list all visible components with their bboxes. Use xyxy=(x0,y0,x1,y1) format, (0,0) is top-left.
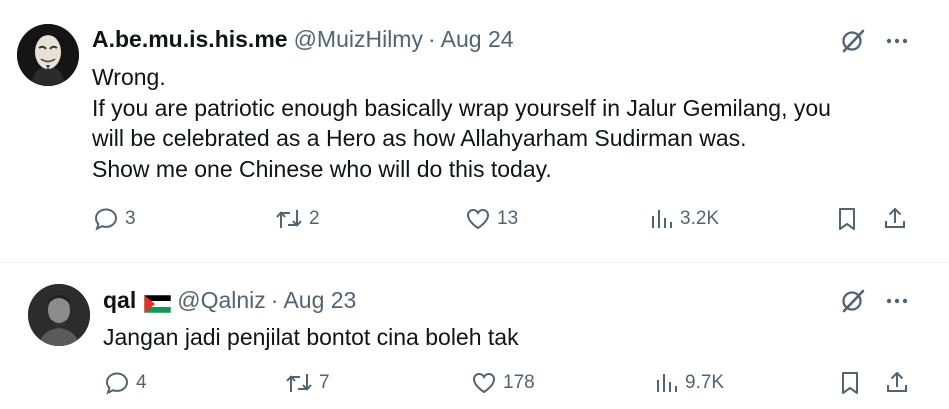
author-handle[interactable]: @Qalniz xyxy=(177,287,266,314)
more-icon[interactable] xyxy=(884,28,910,54)
author-handle[interactable]: @MuizHilmy xyxy=(294,26,423,53)
grok-icon[interactable] xyxy=(840,288,866,314)
views-button[interactable]: 3.2K xyxy=(650,206,719,232)
avatar[interactable] xyxy=(17,24,79,86)
repost-count: 2 xyxy=(309,208,320,229)
like-button[interactable]: 178 xyxy=(471,370,535,396)
tweet-top-actions xyxy=(840,288,910,314)
tweet-text-line: Wrong. xyxy=(92,64,166,90)
bookmark-icon xyxy=(842,372,858,394)
tweet-text-line: Show me one Chinese who will do this tod… xyxy=(92,155,552,182)
view-count: 3.2K xyxy=(680,208,720,229)
share-icon xyxy=(887,372,907,392)
separator-dot: · xyxy=(270,287,279,313)
reply-button[interactable]: 3 xyxy=(93,206,136,232)
like-count: 178 xyxy=(503,372,535,393)
reply-count: 3 xyxy=(125,208,136,229)
views-button[interactable]: 9.7K xyxy=(655,370,724,396)
author-name[interactable]: qal xyxy=(103,287,136,314)
palestine-flag-icon xyxy=(143,292,172,313)
tweet-text: Wrong. If you are patriotic enough basic… xyxy=(92,62,912,184)
view-count: 9.7K xyxy=(685,372,725,393)
separator-dot: · xyxy=(427,26,436,52)
action-bar: 4 7 178 9.7K xyxy=(0,370,949,400)
reply-icon xyxy=(105,372,129,395)
like-count: 13 xyxy=(497,208,519,229)
tweet-2[interactable]: qal @Qalniz · Aug 23 Jangan jadi penjila… xyxy=(0,262,949,409)
grok-icon[interactable] xyxy=(840,28,866,54)
bookmark-icon xyxy=(839,208,855,230)
tweet-text-line: will be celebrated as a Hero as how Alla… xyxy=(92,125,747,151)
tweet-header: A.be.mu.is.his.me @MuizHilmy · Aug 24 xyxy=(92,26,514,53)
avatar[interactable] xyxy=(28,284,90,346)
reply-button[interactable]: 4 xyxy=(104,370,147,396)
repost-icon xyxy=(286,374,312,392)
tweet-date[interactable]: Aug 23 xyxy=(283,287,356,314)
like-button[interactable]: 13 xyxy=(465,206,518,232)
repost-icon xyxy=(276,210,302,228)
share-button[interactable] xyxy=(884,370,910,396)
tweet-top-actions xyxy=(840,28,910,54)
reply-count: 4 xyxy=(136,372,147,393)
share-button[interactable] xyxy=(882,206,908,232)
tweet-date[interactable]: Aug 24 xyxy=(441,26,514,53)
bookmark-button[interactable] xyxy=(838,370,862,396)
bookmark-button[interactable] xyxy=(835,206,859,232)
views-icon xyxy=(657,374,677,392)
repost-count: 7 xyxy=(319,372,330,393)
share-icon xyxy=(885,208,905,228)
tweet-header: qal @Qalniz · Aug 23 xyxy=(103,287,356,314)
more-icon[interactable] xyxy=(884,288,910,314)
reply-icon xyxy=(94,208,118,231)
tweet-text-line: Jangan jadi penjilat bontot cina boleh t… xyxy=(103,324,519,350)
tweet-text-line: If you are patriotic enough basically wr… xyxy=(92,94,831,121)
views-icon xyxy=(652,210,672,228)
repost-button[interactable]: 2 xyxy=(275,206,320,232)
tweet-text: Jangan jadi penjilat bontot cina boleh t… xyxy=(103,322,903,353)
author-name[interactable]: A.be.mu.is.his.me xyxy=(92,26,288,53)
heart-icon xyxy=(466,208,490,230)
heart-icon xyxy=(472,372,496,394)
repost-button[interactable]: 7 xyxy=(285,370,330,396)
tweet-1[interactable]: A.be.mu.is.his.me @MuizHilmy · Aug 24 Wr… xyxy=(0,0,949,262)
action-bar: 3 2 13 3.2K xyxy=(0,206,949,236)
